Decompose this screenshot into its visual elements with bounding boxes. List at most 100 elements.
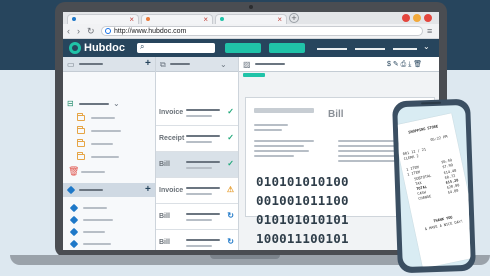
document-title	[186, 239, 220, 241]
url-input[interactable]: http://www.hubdoc.com	[101, 26, 423, 36]
document-text-line	[254, 150, 309, 152]
window-minimize-icon[interactable]	[413, 14, 421, 22]
document-subtitle	[186, 141, 212, 143]
sidebar-tag-item[interactable]	[83, 243, 111, 245]
warning-icon: ⚠	[226, 185, 234, 194]
header-menu-item[interactable]	[355, 48, 385, 50]
header-action-button-2[interactable]	[269, 43, 305, 53]
header-user-menu[interactable]	[393, 48, 417, 50]
folder-icon	[77, 126, 85, 134]
check-icon: ✓	[227, 159, 234, 168]
document-subtitle	[186, 115, 212, 117]
folder-icon	[77, 152, 85, 160]
trash-icon[interactable]: 🗑	[68, 167, 79, 176]
status-badge	[243, 73, 265, 77]
url-text: http://www.hubdoc.com	[114, 28, 187, 35]
sidebar-tag-item[interactable]	[83, 231, 105, 233]
back-icon[interactable]: ‹	[67, 25, 70, 37]
document-text-line	[254, 155, 294, 157]
check-icon: ✓	[227, 133, 234, 142]
document-header-block	[254, 108, 314, 113]
binary-line: 001001011100	[256, 193, 349, 208]
sidebar-tag-item[interactable]	[83, 207, 107, 209]
chevron-down-icon[interactable]: ⌄	[220, 60, 227, 69]
image-icon: ▨	[243, 60, 251, 69]
sidebar-folder-item[interactable]	[91, 130, 121, 132]
sidebar-folder-item[interactable]	[91, 117, 115, 119]
document-row[interactable]: Invoice ⚠	[156, 178, 238, 204]
document-text-line	[254, 124, 288, 126]
receipt-time: 05:22 PM	[430, 134, 448, 143]
browser-menu-icon[interactable]: ≡	[427, 26, 432, 36]
document-text-line	[338, 155, 398, 157]
search-icon: ⌕	[140, 42, 145, 51]
document-title	[186, 109, 220, 111]
document-subtitle	[186, 219, 212, 221]
hubdoc-logo-icon	[69, 42, 81, 54]
document-row[interactable]: Bill ↻	[156, 230, 238, 250]
document-list-header: ⧉ ⌄	[156, 57, 238, 72]
document-list-label	[170, 63, 190, 65]
document-bill-label: Bill	[328, 109, 344, 120]
tags-section-header: +	[63, 183, 155, 197]
globe-icon	[105, 28, 111, 34]
preview-actions-icons[interactable]: $ ✎ ⎙ ⤓ 🗑	[387, 60, 422, 69]
browser-tab-1[interactable]: ×	[67, 14, 139, 24]
document-title	[186, 135, 220, 137]
sync-icon: ↻	[227, 237, 234, 246]
document-type: Invoice	[159, 187, 184, 194]
forward-icon[interactable]: ›	[77, 25, 80, 37]
tag-icon	[69, 215, 79, 225]
tab-favicon	[72, 17, 76, 21]
browser-tab-3[interactable]: ×	[215, 14, 287, 24]
close-icon[interactable]: ×	[129, 15, 134, 24]
document-row[interactable]: Bill ↻	[156, 204, 238, 230]
close-icon[interactable]: ×	[277, 15, 282, 24]
tab-favicon	[220, 17, 224, 21]
binary-line: 010101010101	[256, 212, 349, 227]
document-row[interactable]: Receipt ✓	[156, 126, 238, 152]
chevron-down-icon[interactable]: ⌄	[113, 99, 120, 108]
sidebar-item-inbox[interactable]	[79, 103, 109, 105]
reload-icon[interactable]: ↻	[87, 25, 95, 37]
folder-icon: ▭	[67, 60, 75, 69]
laptop-camera	[249, 5, 253, 9]
close-icon[interactable]: ×	[203, 15, 208, 24]
chevron-down-icon[interactable]: ⌄	[423, 42, 430, 52]
document-type: Invoice	[159, 109, 184, 116]
add-folder-icon[interactable]: +	[145, 59, 151, 69]
app-logo: Hubdoc	[84, 42, 125, 54]
document-text-line	[254, 140, 314, 142]
document-title	[186, 161, 220, 163]
tag-icon	[66, 185, 76, 195]
window-close-icon[interactable]	[402, 14, 410, 22]
browser-tab-2[interactable]: ×	[141, 14, 213, 24]
browser-address-bar: ‹ › ↻ http://www.hubdoc.com ≡	[63, 24, 439, 39]
header-action-button-1[interactable]	[225, 43, 261, 53]
sidebar-item-trash[interactable]	[81, 171, 105, 173]
folder-sidebar: ▭ + ⊟ ⌄ 🗑 +	[63, 57, 156, 250]
app-header: Hubdoc ⌕ ⌄	[63, 39, 439, 57]
receipt: SHOPPING STORE 05:22 PM 001 12 / 21 CLER…	[397, 113, 471, 268]
new-tab-icon[interactable]: +	[289, 13, 299, 23]
search-input[interactable]: ⌕	[137, 42, 215, 53]
sidebar-tag-item[interactable]	[83, 219, 113, 221]
document-row-selected[interactable]: Bill ✓	[156, 152, 238, 178]
binary-line: 010101010100	[256, 174, 349, 189]
folder-icon	[77, 113, 85, 121]
phone: SHOPPING STORE 05:22 PM 001 12 / 21 CLER…	[392, 98, 476, 274]
window-maximize-icon[interactable]	[424, 14, 432, 22]
sidebar-header: ▭ +	[63, 57, 155, 72]
sidebar-folder-item[interactable]	[91, 143, 113, 145]
receipt-store-name: SHOPPING STORE	[408, 124, 439, 135]
document-type: Bill	[159, 239, 170, 246]
document-row[interactable]: Invoice ✓	[156, 100, 238, 126]
sidebar-folder-item[interactable]	[91, 156, 119, 158]
add-tag-icon[interactable]: +	[145, 185, 151, 195]
documents-icon: ⧉	[160, 60, 166, 69]
tag-icon	[69, 203, 79, 213]
document-subtitle	[186, 167, 212, 169]
document-text-line	[254, 145, 304, 147]
preview-toolbar: ▨ $ ✎ ⎙ ⤓ 🗑	[239, 57, 439, 72]
header-menu-item[interactable]	[317, 48, 347, 50]
